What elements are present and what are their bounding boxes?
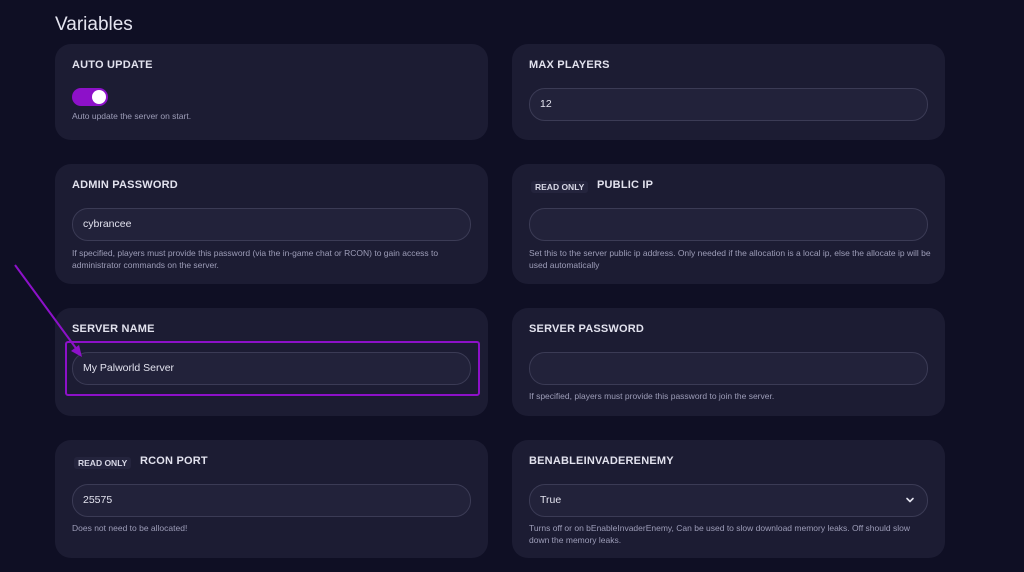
- annotation-arrow-icon: [14, 264, 82, 357]
